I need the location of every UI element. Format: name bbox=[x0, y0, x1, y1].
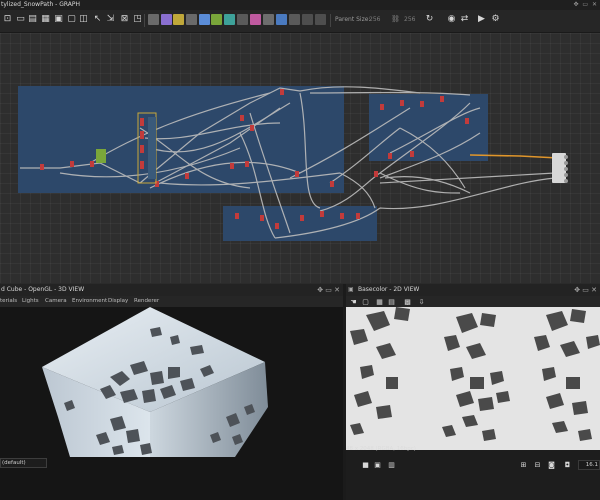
zoom-level-field[interactable]: 16.1 bbox=[578, 460, 600, 470]
graph-title-bar: tylized_SnowPath - GRAPH ✥ ▭ ✕ bbox=[0, 0, 600, 10]
channel-alpha-icon[interactable]: ▣ bbox=[372, 459, 383, 471]
color-node-button[interactable] bbox=[173, 14, 184, 25]
play-icon[interactable]: ▶ bbox=[476, 13, 487, 25]
3d-view-menu: terials Lights Camera Environment Displa… bbox=[0, 296, 343, 307]
output-node-button[interactable] bbox=[302, 14, 313, 25]
frame-icon[interactable]: ▢ bbox=[66, 13, 77, 25]
zoom-1to1-icon[interactable]: ⊟ bbox=[532, 459, 543, 471]
function-node-button[interactable] bbox=[289, 14, 300, 25]
panel-controls-icon[interactable]: ✥ ▭ ✕ bbox=[317, 284, 340, 296]
graph-title: tylized_SnowPath - GRAPH bbox=[1, 1, 81, 8]
parent-size-x-value[interactable]: 256 bbox=[369, 15, 380, 25]
curve-node-button[interactable] bbox=[276, 14, 287, 25]
2d-view-statusbar bbox=[346, 450, 600, 500]
grid-icon[interactable]: ▦ bbox=[40, 13, 51, 25]
graph-toolbar: ⊡ ▭ ▤ ▦ ▣ ▢ ◫ ↖ ⇲ ⊠ ◳ Parent Size: 256 ⛓… bbox=[0, 10, 600, 33]
zoom-fit-icon[interactable]: ⊞ bbox=[518, 459, 529, 471]
link-icon[interactable]: ⛓ bbox=[390, 13, 401, 25]
menu-materials[interactable]: terials bbox=[0, 296, 17, 307]
menu-camera[interactable]: Camera bbox=[45, 296, 67, 307]
grayscale-node-button[interactable] bbox=[161, 14, 172, 25]
warp-node-button[interactable] bbox=[237, 14, 248, 25]
levels-node-button[interactable] bbox=[263, 14, 274, 25]
3d-viewport[interactable] bbox=[0, 307, 343, 457]
new-graph-icon[interactable]: ⊡ bbox=[2, 13, 13, 25]
reset-icon[interactable]: ◳ bbox=[132, 13, 143, 25]
layout-icon[interactable]: ▭ bbox=[15, 13, 26, 25]
snapshot-icon[interactable]: ◙ bbox=[546, 459, 557, 471]
dependency-icon[interactable]: ⇄ bbox=[459, 13, 470, 25]
snow-cube-render bbox=[42, 307, 268, 457]
parent-size-y-value[interactable]: 256 bbox=[404, 15, 415, 25]
menu-renderer[interactable]: Renderer bbox=[134, 296, 159, 307]
3d-view-title: d Cube - OpenGL - 3D VIEW bbox=[1, 286, 85, 293]
select-frame-icon[interactable]: ⊠ bbox=[119, 13, 130, 25]
atomic-node-button[interactable] bbox=[148, 14, 159, 25]
window-controls-icon[interactable]: ✥ ▭ ✕ bbox=[573, 0, 598, 10]
comment-icon[interactable]: ▣ bbox=[53, 13, 64, 25]
transform-node-button[interactable] bbox=[224, 14, 235, 25]
menu-environment[interactable]: Environment bbox=[72, 296, 107, 307]
3d-view-header: d Cube - OpenGL - 3D VIEW ✥ ▭ ✕ bbox=[0, 284, 343, 296]
blend-node-button[interactable] bbox=[250, 14, 261, 25]
toolbar-separator bbox=[144, 14, 145, 27]
2d-view-header: ▣ Basecolor - 2D VIEW ✥ ▭ ✕ bbox=[346, 284, 600, 296]
camera-icon[interactable]: ◘ bbox=[562, 459, 573, 471]
2d-view-toolbar: ☚ ▢ ▦ ▤ ▩ ⇩ bbox=[346, 296, 600, 307]
substance-designer-window: tylized_SnowPath - GRAPH ✥ ▭ ✕ ⊡ ▭ ▤ ▦ ▣… bbox=[0, 0, 600, 500]
normal-node-button[interactable] bbox=[199, 14, 210, 25]
settings-icon[interactable]: ⚙ bbox=[490, 13, 501, 25]
2d-view-icon: ▣ bbox=[348, 286, 354, 293]
menu-display[interactable]: Display bbox=[108, 296, 128, 307]
2d-view-title: Basecolor - 2D VIEW bbox=[358, 286, 420, 293]
parent-size-label: Parent Size: bbox=[335, 16, 371, 23]
cursor-icon[interactable]: ↖ bbox=[92, 13, 103, 25]
move-icon[interactable]: ⇲ bbox=[105, 13, 116, 25]
pin-icon[interactable]: ◫ bbox=[78, 13, 89, 25]
refresh-icon[interactable]: ↻ bbox=[424, 13, 435, 25]
node-graph-canvas[interactable] bbox=[0, 33, 600, 283]
2d-viewport[interactable] bbox=[346, 307, 600, 450]
panel-controls-icon[interactable]: ✥ ▭ ✕ bbox=[574, 284, 597, 296]
basecolor-texture bbox=[346, 307, 600, 450]
filter-node-button[interactable] bbox=[186, 14, 197, 25]
channel-red-icon[interactable]: ■ bbox=[360, 459, 371, 471]
menu-lights[interactable]: Lights bbox=[22, 296, 39, 307]
3d-view-footer bbox=[0, 457, 343, 500]
toolbar-separator bbox=[330, 14, 331, 27]
tiling-node-button[interactable] bbox=[211, 14, 222, 25]
align-icon[interactable]: ▤ bbox=[27, 13, 38, 25]
input-node-button[interactable] bbox=[315, 14, 326, 25]
graph-wires bbox=[20, 86, 568, 239]
histogram-icon[interactable]: ▥ bbox=[386, 459, 397, 471]
visibility-icon[interactable]: ◉ bbox=[446, 13, 457, 25]
texture-resolution: 48 x 2048 (RGBA, 16bpc) bbox=[346, 446, 416, 452]
material-selector[interactable]: (default) bbox=[0, 458, 47, 468]
